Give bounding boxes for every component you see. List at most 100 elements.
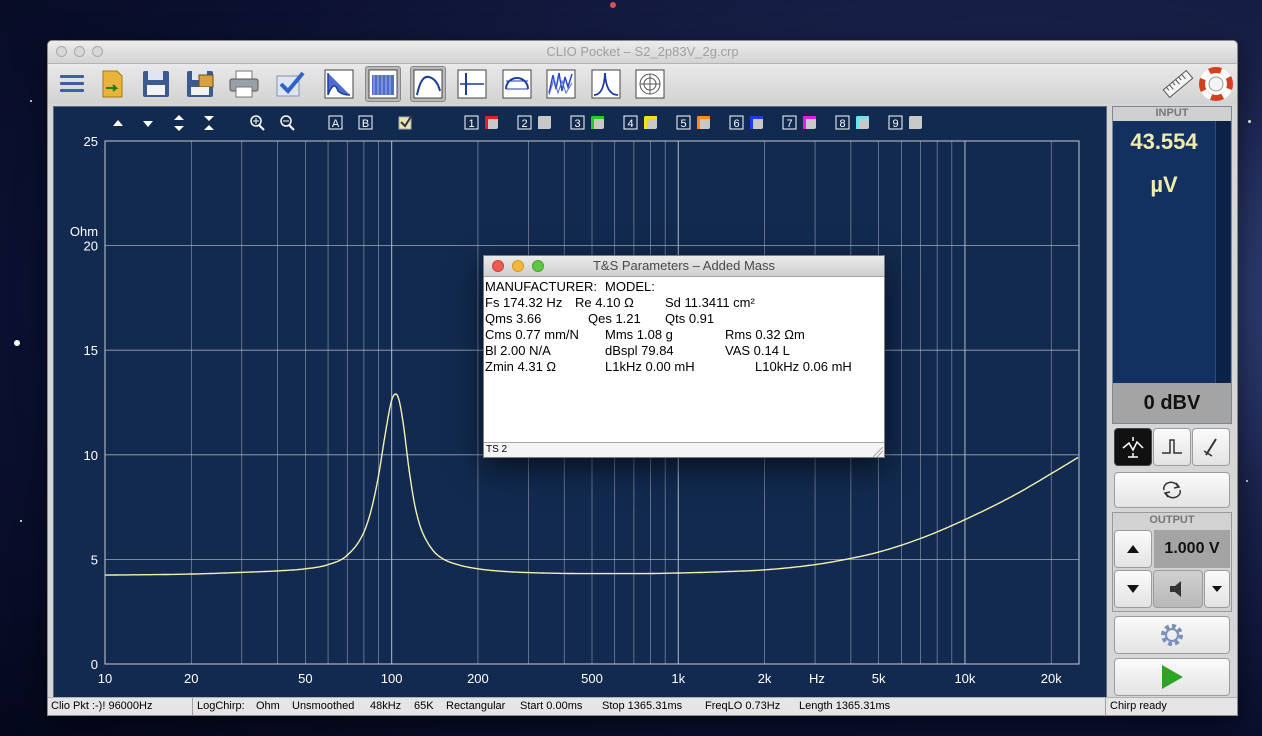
memory-slot-label: 5 xyxy=(680,118,686,130)
probe-icon xyxy=(1203,438,1217,457)
x-tick-label: 20 xyxy=(184,671,198,686)
dialog-titlebar[interactable]: T&S Parameters – Added Mass xyxy=(484,256,884,277)
x-tick-label: 1k xyxy=(671,671,685,686)
checkmark-icon xyxy=(276,71,305,97)
speaker-icon xyxy=(1170,581,1181,597)
zoom-out-icon[interactable] xyxy=(280,115,295,131)
re-value: Re 4.10 Ω xyxy=(575,295,634,310)
start-measurement-button[interactable] xyxy=(1114,658,1230,696)
impedance-graph-icon xyxy=(413,69,443,99)
x-tick-label: 5k xyxy=(872,671,886,686)
speaker-mute-button[interactable] xyxy=(1153,570,1203,608)
help-button[interactable] xyxy=(1198,66,1234,102)
memory-slot-label: 1 xyxy=(468,118,474,130)
probe-button[interactable] xyxy=(1192,428,1230,466)
fft-graph-icon xyxy=(324,69,354,99)
memory-slot-6[interactable]: 6 xyxy=(729,115,763,130)
fft-button[interactable] xyxy=(321,66,357,102)
ts-parameters-dialog: T&S Parameters – Added Mass MANUFACTURER… xyxy=(483,255,885,458)
memory-slot-5[interactable]: 5 xyxy=(676,115,710,130)
close-window-button[interactable] xyxy=(56,46,67,57)
memory-slot-1[interactable]: 1 xyxy=(464,115,498,130)
overlay-toggle-icon[interactable] xyxy=(398,114,413,130)
memory-slot-4[interactable]: 4 xyxy=(623,115,657,130)
open-file-button[interactable] xyxy=(94,66,130,102)
memory-slots: 1 2 3 4 5 6 7 8 9 xyxy=(464,115,922,130)
status-start: Start 0.00ms xyxy=(520,700,583,712)
manufacturer-label: MANUFACTURER: xyxy=(485,279,597,294)
memory-slot-9[interactable]: 9 xyxy=(888,115,922,130)
svg-text:B: B xyxy=(362,118,369,130)
y-tick-label: 25 xyxy=(84,134,98,149)
settings-button[interactable] xyxy=(1114,616,1230,654)
rms-value: Rms 0.32 Ωm xyxy=(725,327,805,342)
meter-graph-icon xyxy=(502,69,532,99)
input-header: INPUT xyxy=(1155,107,1189,119)
y-tick-label: 5 xyxy=(91,552,98,567)
sinusoidal-button[interactable] xyxy=(365,66,401,102)
ruler-button[interactable] xyxy=(1160,66,1196,102)
l1khz-value: L1kHz 0.00 mH xyxy=(605,359,695,374)
pulse-button[interactable] xyxy=(1153,428,1191,466)
dialog-footer: TS 2 xyxy=(484,442,884,457)
save-button[interactable] xyxy=(138,66,174,102)
check-button[interactable] xyxy=(272,66,308,102)
resize-grip-icon[interactable] xyxy=(873,447,883,457)
zoom-window-button[interactable] xyxy=(92,46,103,57)
waterfall-button[interactable] xyxy=(543,66,579,102)
x-tick-label: 200 xyxy=(467,671,489,686)
background-star xyxy=(30,100,32,102)
memory-slot-label: 3 xyxy=(574,118,580,130)
output-menu-button[interactable] xyxy=(1204,570,1230,608)
x-axis-ticks: 10 20 50 100 200 500 1k 2k 5k 10k 20k xyxy=(98,671,1062,686)
expand-vertical-button[interactable] xyxy=(174,115,184,131)
polar-button[interactable] xyxy=(632,66,668,102)
status-freqlo: FreqLO 0.73Hz xyxy=(705,700,781,712)
compress-vertical-button[interactable] xyxy=(204,116,214,130)
sd-value: Sd 11.3411 cm² xyxy=(665,295,755,310)
menu-button[interactable] xyxy=(54,66,90,102)
save-as-button[interactable] xyxy=(182,66,218,102)
zoom-in-icon[interactable] xyxy=(250,115,265,131)
x-tick-label: 20k xyxy=(1041,671,1062,686)
memory-slot-label: 6 xyxy=(733,118,739,130)
output-down-button[interactable] xyxy=(1114,570,1152,608)
hamburger-icon xyxy=(60,75,84,92)
impedance-button[interactable] xyxy=(410,66,446,102)
arrow-down-button[interactable] xyxy=(143,121,153,127)
vas-value: VAS 0.14 L xyxy=(725,343,790,358)
x-tick-label: 10k xyxy=(954,671,975,686)
memory-slot-7[interactable]: 7 xyxy=(782,115,816,130)
input-level-readout: 0 dBV xyxy=(1113,383,1231,423)
minimize-dialog-button[interactable] xyxy=(512,260,524,272)
memory-slot-8[interactable]: 8 xyxy=(835,115,869,130)
marker-a-button[interactable]: A xyxy=(328,115,343,130)
right-control-panel: INPUT 43.554 µV 0 dBV OUTPUT 1.000 V xyxy=(1112,106,1232,696)
status-device: Clio Pkt :-)! 96000Hz xyxy=(51,700,153,712)
gear-icon xyxy=(1161,624,1183,646)
memory-slot-2[interactable]: 2 xyxy=(517,115,551,130)
input-value: 43.554 xyxy=(1130,129,1198,154)
print-button[interactable] xyxy=(226,66,262,102)
bl-value: Bl 2.00 N/A xyxy=(485,343,551,358)
y-axis-ticks: 0 5 10 15 20 25 xyxy=(84,134,98,672)
zoom-dialog-button[interactable] xyxy=(532,260,544,272)
output-up-button[interactable] xyxy=(1114,530,1152,568)
meter-button[interactable] xyxy=(499,66,535,102)
marker-b-button[interactable]: B xyxy=(358,115,373,130)
output-header: OUTPUT xyxy=(1149,514,1195,526)
minimize-window-button[interactable] xyxy=(74,46,85,57)
loop-button[interactable] xyxy=(1114,472,1230,508)
resonance-button[interactable] xyxy=(588,66,624,102)
autorange-button[interactable] xyxy=(1114,428,1152,466)
output-value: 1.000 V xyxy=(1154,530,1230,568)
impulse-button[interactable] xyxy=(454,66,490,102)
window-titlebar[interactable]: CLIO Pocket – S2_2p83V_2g.crp xyxy=(48,41,1237,64)
close-dialog-button[interactable] xyxy=(492,260,504,272)
memory-slot-label: 9 xyxy=(892,118,898,130)
arrow-up-button[interactable] xyxy=(113,120,123,126)
status-sample-rate: 48kHz xyxy=(370,700,402,712)
memory-slot-3[interactable]: 3 xyxy=(570,115,604,130)
x-tick-label: 50 xyxy=(298,671,312,686)
resonance-graph-icon xyxy=(591,69,621,99)
